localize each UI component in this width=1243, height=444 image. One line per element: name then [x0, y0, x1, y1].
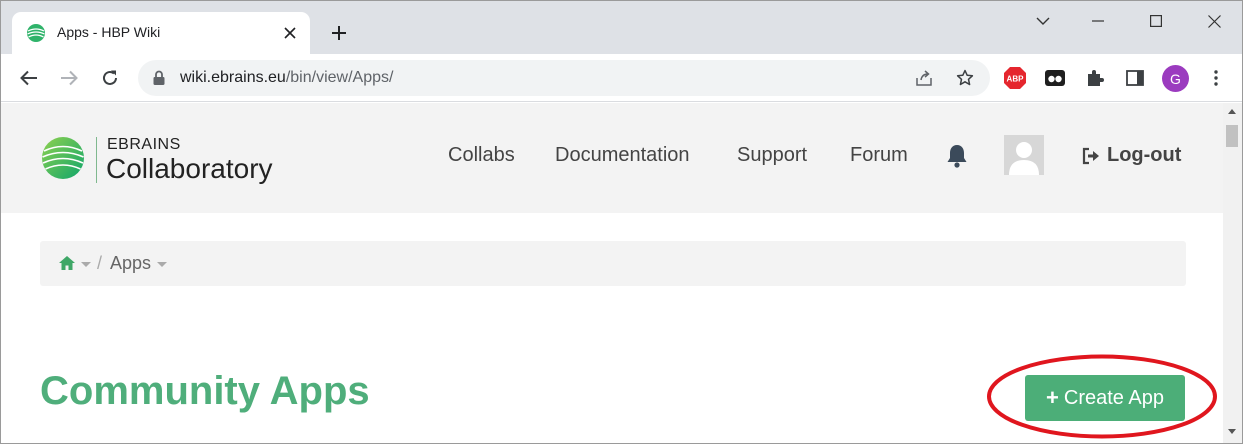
plus-icon: +	[1046, 385, 1059, 410]
tab-apps-hbp-wiki[interactable]: Apps - HBP Wiki	[12, 12, 310, 54]
ebrains-leaf-icon	[27, 24, 45, 42]
create-app-label: Create App	[1063, 386, 1164, 409]
maximize-icon[interactable]	[1142, 8, 1170, 34]
new-tab-button[interactable]	[327, 21, 351, 45]
nav-forum[interactable]: Forum	[850, 144, 908, 167]
logo-divider	[96, 137, 97, 183]
nav-collabs[interactable]: Collabs	[448, 144, 515, 167]
tab-title: Apps - HBP Wiki	[57, 24, 161, 40]
bell-icon[interactable]	[945, 143, 969, 169]
breadcrumb: / Apps	[40, 241, 1186, 286]
lock-icon[interactable]	[150, 69, 168, 87]
browser-window: Apps - HBP Wiki wiki.ebrains.eu/bin/view…	[0, 0, 1243, 444]
side-panel-icon[interactable]	[1123, 66, 1147, 90]
nav-support[interactable]: Support	[737, 144, 807, 167]
site-header: EBRAINS Collaboratory Collabs Documentat…	[1, 103, 1223, 213]
minimize-icon[interactable]	[1084, 8, 1112, 34]
page-title: Community Apps	[40, 369, 370, 413]
svg-text:ABP: ABP	[1007, 75, 1025, 84]
extension-dark-icon[interactable]	[1043, 66, 1067, 90]
user-silhouette-icon	[1009, 142, 1039, 175]
plus-icon	[332, 26, 346, 40]
puzzle-icon[interactable]	[1083, 66, 1107, 90]
share-icon[interactable]	[914, 68, 934, 88]
logout-link[interactable]: Log-out	[1081, 144, 1181, 167]
logout-label: Log-out	[1107, 144, 1182, 166]
forward-arrow-icon[interactable]	[55, 64, 83, 92]
scroll-down-arrow-icon[interactable]	[1228, 429, 1236, 434]
user-avatar[interactable]	[1004, 135, 1044, 175]
tab-strip: Apps - HBP Wiki	[1, 1, 1242, 54]
brand-collaboratory[interactable]: Collaboratory	[106, 153, 273, 185]
apps-dropdown-caret-icon[interactable]	[157, 262, 167, 267]
brand-ebrains: EBRAINS	[107, 136, 181, 153]
address-bar[interactable]: wiki.ebrains.eu/bin/view/Apps/	[138, 60, 990, 96]
kebab-menu-icon[interactable]	[1204, 66, 1228, 90]
adblock-icon[interactable]: ABP	[1003, 66, 1027, 90]
close-window-icon[interactable]	[1200, 8, 1228, 34]
back-arrow-icon[interactable]	[15, 64, 43, 92]
browser-toolbar: wiki.ebrains.eu/bin/view/Apps/ ABP G	[1, 54, 1242, 102]
home-icon[interactable]	[58, 254, 76, 272]
breadcrumb-separator: /	[97, 253, 103, 273]
breadcrumb-apps[interactable]: Apps	[110, 253, 151, 274]
reload-icon[interactable]	[96, 64, 124, 92]
sign-out-icon	[1082, 147, 1099, 164]
scroll-up-arrow-icon[interactable]	[1228, 109, 1236, 114]
close-tab-icon[interactable]	[280, 23, 300, 43]
page-content: EBRAINS Collaboratory Collabs Documentat…	[1, 103, 1223, 443]
url-text: wiki.ebrains.eu/bin/view/Apps/	[180, 69, 394, 86]
home-dropdown-caret-icon[interactable]	[81, 262, 91, 267]
tab-search-chevron-icon[interactable]	[1029, 8, 1057, 34]
scroll-thumb[interactable]	[1226, 125, 1238, 147]
nav-documentation[interactable]: Documentation	[555, 144, 690, 167]
vertical-scrollbar[interactable]	[1223, 103, 1242, 443]
bookmark-star-icon[interactable]	[955, 68, 975, 88]
ebrains-logo-icon[interactable]	[41, 136, 85, 180]
profile-avatar[interactable]: G	[1162, 65, 1189, 92]
create-app-button[interactable]: + Create App	[1025, 375, 1185, 421]
